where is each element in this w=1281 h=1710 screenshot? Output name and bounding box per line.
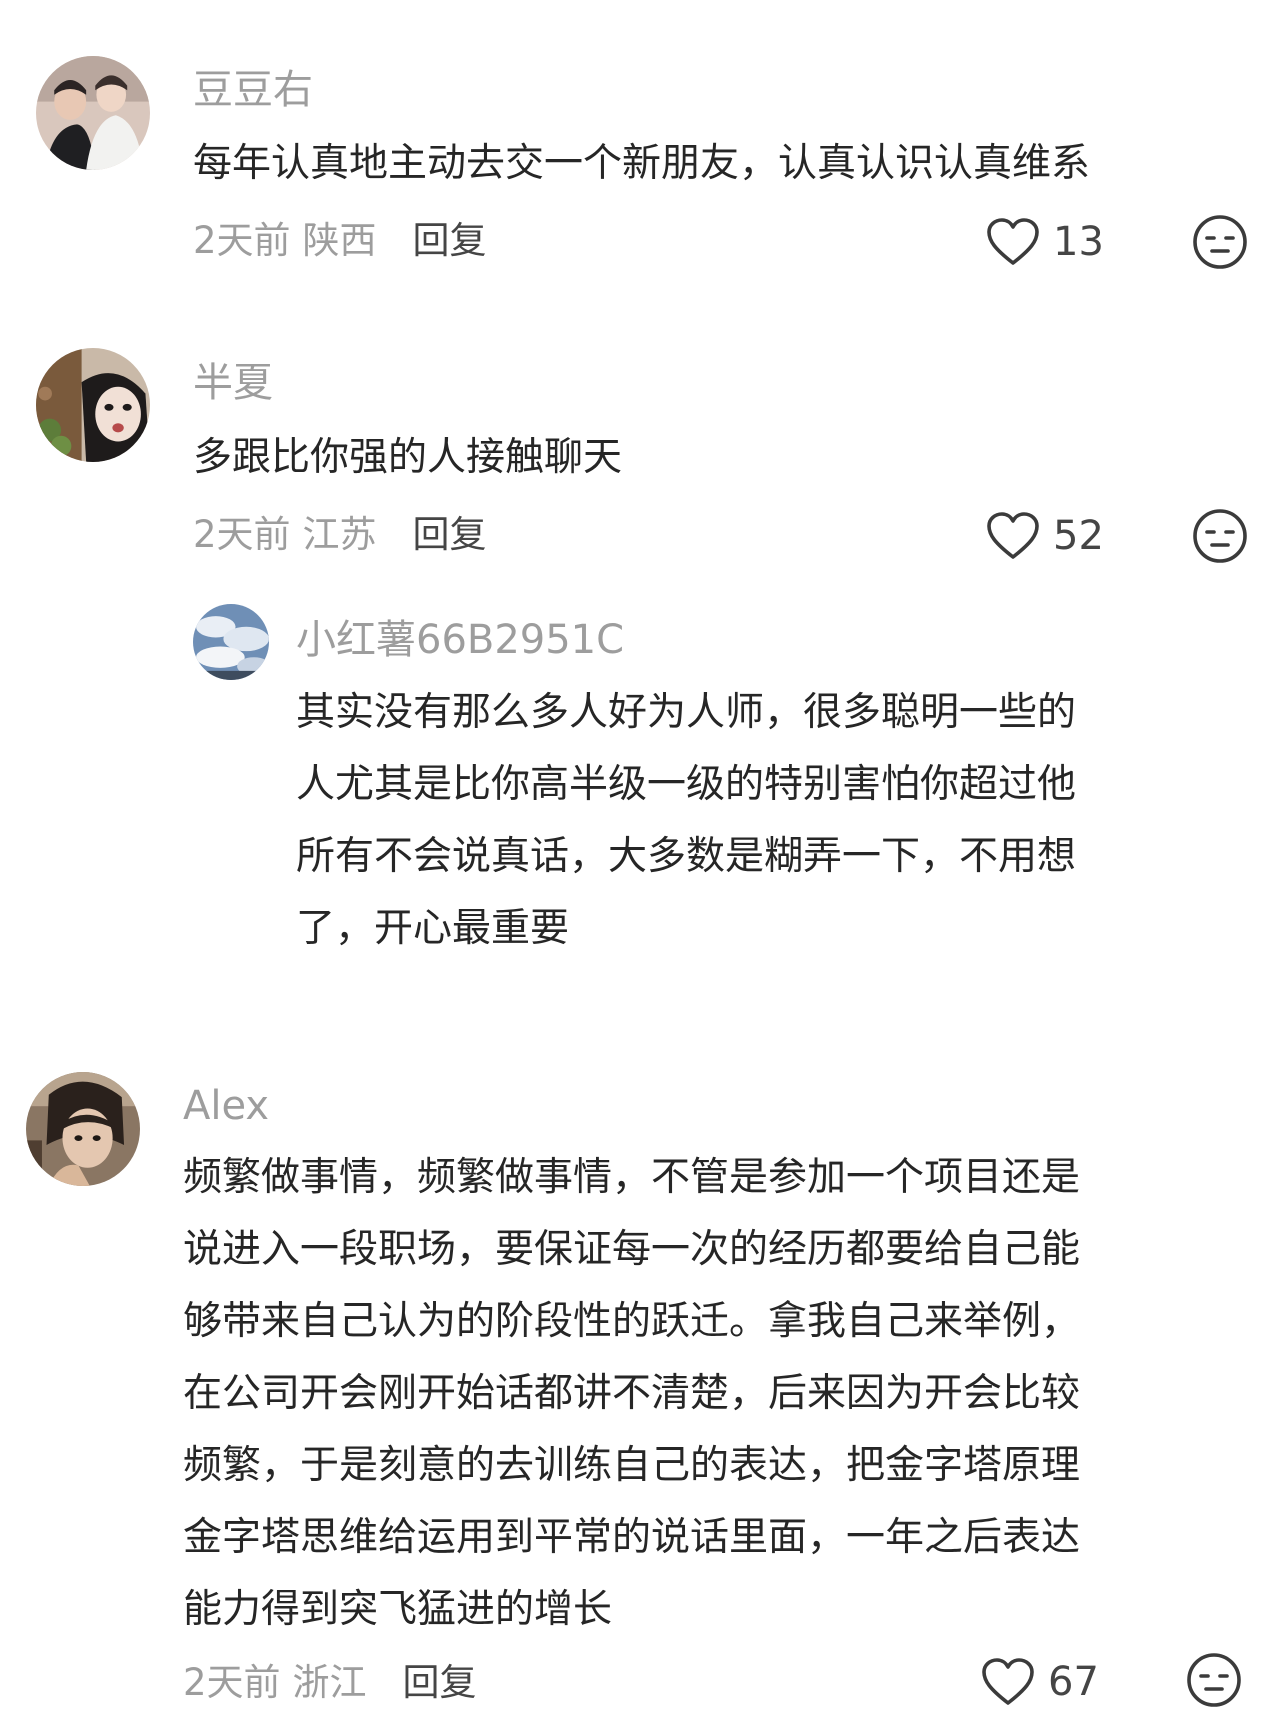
comment-text-line: 在公司开会刚开始话都讲不清楚，后来因为开会比较	[183, 1371, 1081, 1416]
heart-outline-icon	[980, 1657, 1036, 1707]
comment-location: 浙江	[292, 1661, 367, 1704]
comment-text-line: 够带来自己认为的阶段性的跃迁。拿我自己来举例，	[183, 1299, 1081, 1344]
reply-button[interactable]: 回复	[403, 1661, 477, 1704]
comment-item: Alex 频繁做事情，频繁做事情，不管是参加一个项目还是 说进入一段职场，要保证…	[0, 0, 1281, 1708]
dislike-button[interactable]	[1186, 1652, 1242, 1708]
comment-text: 频繁做事情，频繁做事情，不管是参加一个项目还是 说进入一段职场，要保证每一次的经…	[183, 1142, 1080, 1646]
avatar[interactable]	[26, 1072, 140, 1186]
comment-text-line: 能力得到突飞猛进的增长	[183, 1587, 613, 1632]
comment-text-line: 金字塔思维给运用到平常的说话里面，一年之后表达	[183, 1515, 1081, 1560]
comment-text-line: 说进入一段职场，要保证每一次的经历都要给自己能	[183, 1227, 1081, 1272]
comment-meta: 2天前 浙江 回复	[183, 1664, 477, 1701]
comment-time: 2天前	[183, 1661, 281, 1704]
like-button[interactable]: 67	[980, 1654, 1099, 1710]
like-count: 67	[1048, 1659, 1099, 1705]
comment-text-line: 频繁做事情，频繁做事情，不管是参加一个项目还是	[183, 1155, 1081, 1200]
comment-username[interactable]: Alex	[183, 1086, 269, 1126]
neutral-face-icon	[1186, 1652, 1242, 1708]
comment-text-line: 频繁，于是刻意的去训练自己的表达，把金字塔原理	[183, 1443, 1081, 1488]
